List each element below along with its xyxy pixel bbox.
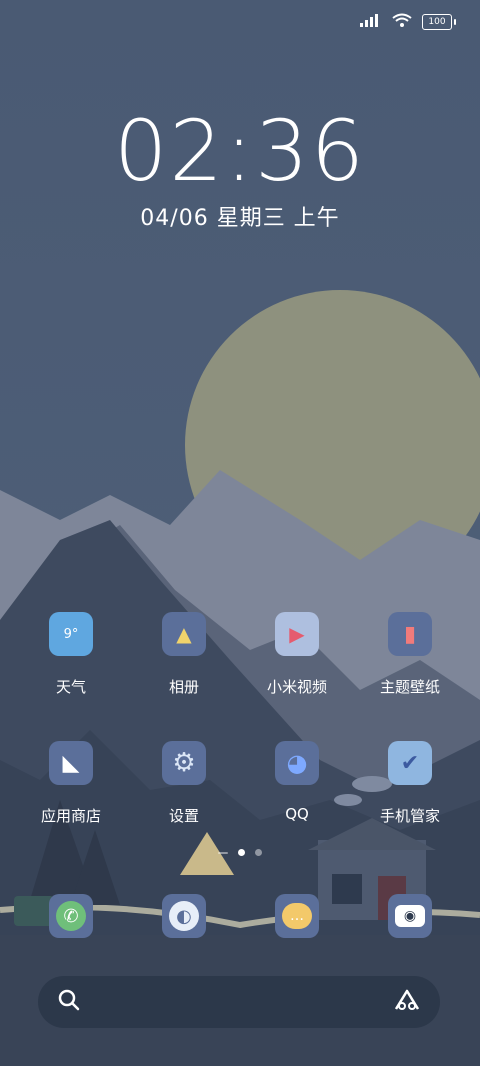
weather-icon: 9° bbox=[49, 612, 93, 656]
app-qq[interactable]: ◕ QQ bbox=[242, 741, 352, 823]
browser-icon: ◐ bbox=[169, 901, 199, 931]
page-dot[interactable] bbox=[218, 852, 228, 854]
security-icon: ✔ bbox=[388, 741, 432, 785]
camera-icon: ◉ bbox=[395, 905, 425, 927]
app-label: 主题壁纸 bbox=[379, 678, 440, 696]
app-weather[interactable]: 9° 天气 bbox=[16, 612, 126, 697]
app-label: 设置 bbox=[168, 807, 199, 825]
phone-icon: ✆ bbox=[56, 901, 86, 931]
wifi-icon bbox=[392, 12, 412, 31]
app-store-icon: ◣ bbox=[49, 741, 93, 785]
theme-icon: ▮ bbox=[388, 612, 432, 656]
app-label: 相册 bbox=[168, 678, 199, 696]
app-store[interactable]: ◣ 应用商店 bbox=[16, 741, 126, 826]
date-text: 04/06 星期三 上午 bbox=[140, 206, 340, 231]
page-dot[interactable] bbox=[255, 849, 262, 856]
browser-app[interactable]: ◐ bbox=[162, 894, 206, 938]
app-settings[interactable]: ⚙ 设置 bbox=[129, 741, 239, 826]
search-icon[interactable] bbox=[58, 989, 80, 1015]
messages-icon: … bbox=[282, 903, 312, 929]
app-video[interactable]: ▶ 小米视频 bbox=[242, 612, 352, 697]
search-bar[interactable] bbox=[38, 976, 440, 1028]
app-gallery[interactable]: ▲ 相册 bbox=[129, 612, 239, 697]
page-dot-active[interactable] bbox=[238, 849, 245, 856]
signal-icon bbox=[360, 12, 382, 31]
app-themes[interactable]: ▮ 主题壁纸 bbox=[355, 612, 465, 697]
app-label: 天气 bbox=[55, 678, 86, 696]
assistant-icon[interactable] bbox=[394, 989, 420, 1015]
camera-app[interactable]: ◉ bbox=[388, 894, 432, 938]
app-security[interactable]: ✔ 手机管家 bbox=[355, 741, 465, 826]
app-label: QQ bbox=[285, 805, 309, 823]
status-bar: 100 bbox=[360, 12, 456, 31]
app-label: 小米视频 bbox=[266, 678, 327, 696]
settings-icon: ⚙ bbox=[162, 741, 206, 785]
qq-icon: ◕ bbox=[275, 741, 319, 785]
page-indicator bbox=[0, 849, 480, 856]
app-label: 应用商店 bbox=[40, 807, 101, 825]
messages-app[interactable]: … bbox=[275, 894, 319, 938]
gallery-icon: ▲ bbox=[162, 612, 206, 656]
video-icon: ▶ bbox=[275, 612, 319, 656]
app-label: 手机管家 bbox=[379, 807, 440, 825]
battery-icon: 100 bbox=[422, 13, 456, 30]
phone-app[interactable]: ✆ bbox=[49, 894, 93, 938]
clock-time: 02:36 bbox=[113, 102, 367, 200]
